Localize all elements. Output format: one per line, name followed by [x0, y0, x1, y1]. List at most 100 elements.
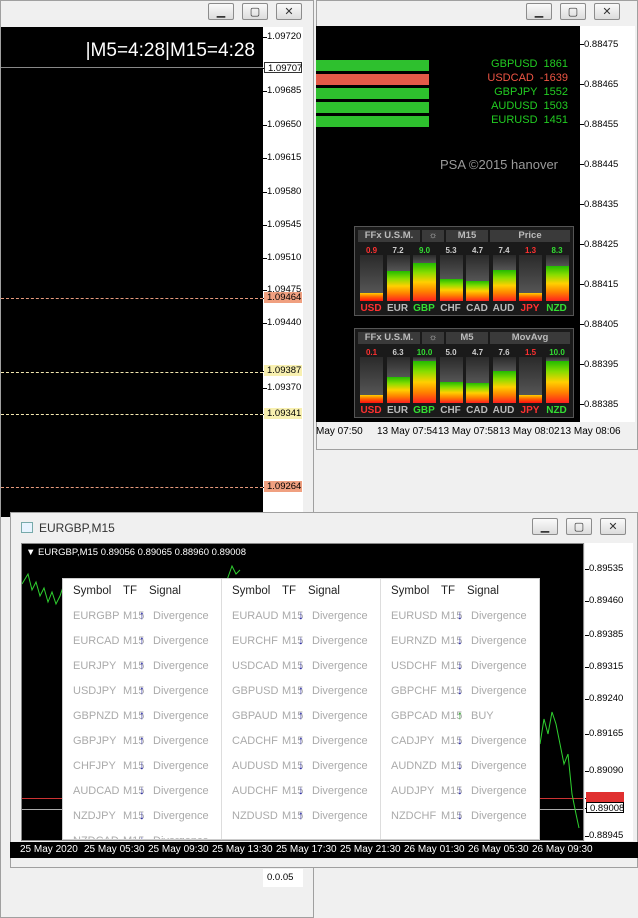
price-label: 0.89165: [589, 728, 624, 739]
strength-value: 10.0: [416, 348, 433, 357]
table-row[interactable]: USDCAD M15 ↓ Divergence: [222, 658, 380, 680]
table-row[interactable]: NZDUSD M15 ↑ Divergence: [222, 808, 380, 830]
row-signal: Divergence: [153, 735, 209, 747]
table-row[interactable]: CADCHF M15 ↑ Divergence: [222, 733, 380, 755]
table-row[interactable]: EURUSD M15 ↓ Divergence: [381, 608, 539, 630]
price-label: 1.09650: [267, 119, 302, 130]
minimize-button[interactable]: ▁: [532, 518, 558, 535]
time-label: 26 May 01:30: [404, 844, 465, 855]
strength-bar-bg: [360, 357, 383, 395]
table-row[interactable]: EURJPY M15 ↑ Divergence: [63, 658, 221, 680]
usm-panel-title: FFx U.S.M.: [358, 332, 420, 344]
table-row[interactable]: EURAUD M15 ↓ Divergence: [222, 608, 380, 630]
time-label: 25 May 05:30: [84, 844, 145, 855]
strength-value: 5.0: [445, 348, 457, 357]
row-signal: Divergence: [312, 785, 368, 797]
strength-bar: [439, 382, 463, 403]
row-symbol: CADJPY: [391, 735, 435, 747]
strength-bar-bg: [466, 357, 489, 384]
table-row[interactable]: AUDUSD M15 ↓ Divergence: [222, 758, 380, 780]
table-row[interactable]: GBPCAD M15 ↑ BUY: [381, 708, 539, 730]
pair-name: AUDUSD: [491, 100, 538, 112]
row-symbol: NZDUSD: [232, 810, 278, 822]
table-row[interactable]: AUDCHF M15 ↓ Divergence: [222, 783, 380, 805]
table-row[interactable]: AUDJPY M15 ↓ Divergence: [381, 783, 539, 805]
strength-bar: [386, 270, 410, 301]
close-button[interactable]: ✕: [600, 518, 626, 535]
price-label: 1.09510: [267, 252, 302, 263]
down-arrow-icon: ↓: [298, 608, 304, 622]
up-arrow-icon: ↑: [298, 733, 304, 747]
header-signal: Signal: [149, 585, 181, 597]
time-label: 13 May 08:02: [499, 426, 560, 437]
settings-icon[interactable]: ☼: [422, 230, 444, 242]
table-row[interactable]: GBPNZD M15 ↑ Divergence: [63, 708, 221, 730]
table-row[interactable]: NZDJPY M15 ↓ Divergence: [63, 808, 221, 830]
strength-bar-bg: [545, 255, 569, 267]
row-signal: Divergence: [153, 660, 209, 672]
table-row[interactable]: AUDCAD M15 ↓ Divergence: [63, 783, 221, 805]
maximize-button[interactable]: ▢: [560, 3, 586, 20]
table-row[interactable]: EURGBP M15 ↑ Divergence: [63, 608, 221, 630]
row-signal: Divergence: [471, 760, 527, 772]
eurgbp-price-axis: 0.89535 0.89460 0.89385 0.89315 0.89240 0.891…: [585, 543, 633, 841]
time-label: 25 May 2020: [20, 844, 78, 855]
row-signal: Divergence: [312, 710, 368, 722]
maximize-button[interactable]: ▢: [566, 518, 592, 535]
row-signal: Divergence: [153, 785, 209, 797]
down-arrow-icon: ↓: [298, 633, 304, 647]
table-row[interactable]: CADJPY M15 ↓ Divergence: [381, 733, 539, 755]
row-signal: Divergence: [153, 710, 209, 722]
table-row[interactable]: USDCHF M15 ↓ Divergence: [381, 658, 539, 680]
minimize-button[interactable]: ▁: [526, 3, 552, 20]
strength-bar-bg: [413, 255, 436, 264]
up-arrow-icon: ↑: [139, 658, 145, 672]
table-row[interactable]: EURCAD M15 ↑ Divergence: [63, 633, 221, 655]
right-chart-area[interactable]: GBPUSD 1861 USDCAD -1639 GBPJPY 1552 AUDUSD 150…: [316, 26, 580, 422]
row-symbol: CADCHF: [232, 735, 278, 747]
close-button[interactable]: ✕: [276, 3, 302, 20]
table-row[interactable]: GBPCHF M15 ↓ Divergence: [381, 683, 539, 705]
price-label: 0.88455: [584, 119, 619, 130]
watermark: PSA ©2015 hanover: [440, 157, 558, 172]
pair-value: 1552: [543, 86, 568, 98]
price-label: 0.88435: [584, 199, 619, 210]
price-label: 0.88415: [584, 279, 619, 290]
settings-icon[interactable]: ☼: [422, 332, 444, 344]
strength-pair-label: GBPJPY 1552: [468, 86, 568, 98]
strength-value: 7.2: [392, 246, 404, 255]
minimize-button[interactable]: ▁: [208, 3, 234, 20]
maximize-button[interactable]: ▢: [242, 3, 268, 20]
header-symbol: Symbol: [391, 585, 430, 597]
down-arrow-icon: ↓: [139, 833, 145, 840]
price-label: 0.88385: [584, 399, 619, 410]
down-arrow-icon: ↓: [298, 658, 304, 672]
table-row[interactable]: EURCHF M15 ↓ Divergence: [222, 633, 380, 655]
row-signal: Divergence: [471, 735, 527, 747]
strength-bar-bg: [439, 357, 463, 382]
table-row[interactable]: NZDCHF M15 ↓ Divergence: [381, 808, 539, 830]
table-row[interactable]: NZDCADM15↓Divergence: [63, 833, 221, 840]
price-label: 0.88445: [584, 159, 619, 170]
table-row[interactable]: GBPAUD M15 ↑ Divergence: [222, 708, 380, 730]
down-arrow-icon: ↓: [457, 633, 463, 647]
row-signal: Divergence: [312, 660, 368, 672]
currency-label: CAD: [466, 405, 488, 416]
table-row[interactable]: USDJPY M15 ↑ Divergence: [63, 683, 221, 705]
table-row[interactable]: EURNZD M15 ↓ Divergence: [381, 633, 539, 655]
strength-bar-bg: [466, 255, 489, 282]
down-arrow-icon: ↓: [457, 658, 463, 672]
table-row[interactable]: GBPUSD M15 ↑ Divergence: [222, 683, 380, 705]
signal-column: Symbol TF Signal EURAUD M15 ↓ Divergence EURCHF…: [222, 579, 381, 839]
strength-value: 1.5: [524, 348, 537, 357]
close-button[interactable]: ✕: [594, 3, 620, 20]
row-signal: Divergence: [153, 760, 209, 772]
row-signal: Divergence: [153, 685, 209, 697]
table-row[interactable]: AUDNZD M15 ↓ Divergence: [381, 758, 539, 780]
table-row[interactable]: GBPJPY M15 ↑ Divergence: [63, 733, 221, 755]
up-arrow-icon: ↑: [139, 733, 145, 747]
up-arrow-icon: ↑: [139, 608, 145, 622]
pair-name: USDCAD: [487, 72, 534, 84]
left-chart-area[interactable]: |M5=4:28|M15=4:28: [1, 27, 263, 517]
table-row[interactable]: CHFJPY M15 ↓ Divergence: [63, 758, 221, 780]
